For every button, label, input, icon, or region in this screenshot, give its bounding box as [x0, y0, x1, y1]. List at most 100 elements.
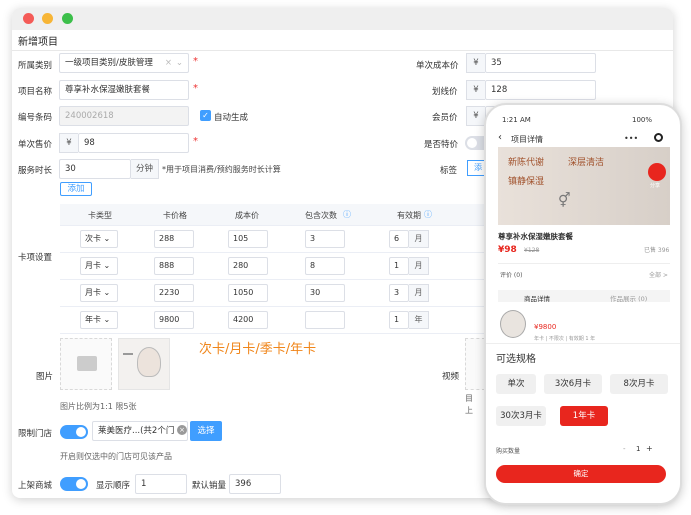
- item-price: ¥9800: [534, 323, 557, 331]
- spec-option[interactable]: 8次月卡: [610, 374, 668, 394]
- valid-unit: 月: [409, 230, 429, 248]
- cost-price-input[interactable]: 105: [228, 230, 268, 248]
- card-type-select[interactable]: 年卡 ⌄: [80, 311, 118, 329]
- back-icon[interactable]: ‹: [498, 132, 502, 143]
- video-upload[interactable]: [465, 338, 485, 390]
- cost-price-input[interactable]: 280: [228, 257, 268, 275]
- target-icon[interactable]: [654, 133, 663, 142]
- duration-hint: *用于项目消费/预约服务时长计算: [162, 165, 281, 174]
- clear-icon[interactable]: ×: [177, 425, 187, 435]
- spec-option[interactable]: 单次: [496, 374, 536, 394]
- window-title: 新增项目: [18, 37, 58, 48]
- confirm-button[interactable]: 确定: [496, 465, 666, 483]
- tag-label: 标签: [440, 166, 458, 176]
- minimize-window-button[interactable]: [42, 13, 53, 24]
- minus-icon[interactable]: -: [623, 445, 626, 453]
- card-type-select[interactable]: 月卡 ⌄: [80, 284, 118, 302]
- valid-unit: 月: [409, 257, 429, 275]
- card-type-select[interactable]: 次卡 ⌄: [80, 230, 118, 248]
- count-input[interactable]: 8: [305, 257, 345, 275]
- divider: [498, 263, 670, 264]
- member-price-label: 会员价: [432, 113, 458, 123]
- spec-option-selected[interactable]: 1年卡: [560, 406, 608, 426]
- tab-works[interactable]: 作品展示 (0): [610, 293, 647, 303]
- col-count: 包含次数: [305, 211, 337, 220]
- status-time: 1:21 AM: [502, 116, 531, 124]
- card-price-input[interactable]: 288: [154, 230, 194, 248]
- orig-price-prefix: ¥: [466, 80, 485, 100]
- count-input[interactable]: 30: [305, 284, 345, 302]
- store-select[interactable]: 莱美医疗...(共2个门: [92, 421, 188, 441]
- card-price-input[interactable]: 2230: [154, 284, 194, 302]
- phone-header-title: 项目详情: [511, 135, 543, 144]
- table-row: 月卡 ⌄ 888 280 8 1 月: [60, 253, 508, 280]
- category-select[interactable]: 一级项目类别/皮肤管理 × ⌄: [59, 53, 189, 73]
- card-price-input[interactable]: 888: [154, 257, 194, 275]
- count-input[interactable]: 3: [305, 230, 345, 248]
- maximize-window-button[interactable]: [62, 13, 73, 24]
- auto-generate-checkbox[interactable]: ✓: [200, 110, 211, 121]
- image-upload[interactable]: [60, 338, 112, 390]
- valid-input[interactable]: 3: [389, 284, 409, 302]
- table-row: 次卡 ⌄ 288 105 3 6 月: [60, 226, 508, 253]
- store-value: 莱美医疗...(共2个门: [98, 426, 175, 436]
- add-card-button[interactable]: 添加: [60, 182, 92, 196]
- name-input[interactable]: 尊享补水保湿嫩肤套餐: [59, 80, 189, 100]
- card-price-input[interactable]: 9800: [154, 311, 194, 329]
- card-type-select[interactable]: 月卡 ⌄: [80, 257, 118, 275]
- spec-option[interactable]: 3次6月卡: [544, 374, 602, 394]
- col-cost: 成本价: [235, 211, 259, 220]
- shelf-toggle[interactable]: [60, 477, 88, 491]
- close-window-button[interactable]: [23, 13, 34, 24]
- quantity-label: 购买数量: [496, 448, 521, 455]
- name-label: 项目名称: [18, 87, 53, 97]
- valid-input[interactable]: 6: [389, 230, 409, 248]
- card-type-value: 次卡: [85, 234, 101, 243]
- card-table: 卡类型 卡价格 成本价 包含次数 ⓘ 有效期 ⓘ 次卡 ⌄ 288 105 3 …: [60, 204, 508, 334]
- price-input[interactable]: 98: [78, 133, 189, 153]
- duration-input[interactable]: 30: [59, 159, 131, 179]
- barcode-input[interactable]: 240002618: [59, 106, 189, 126]
- clear-icon[interactable]: ×: [165, 54, 172, 72]
- order-label: 显示顺序: [96, 481, 131, 491]
- cost-price-input[interactable]: 4200: [228, 311, 268, 329]
- image-text-line: [123, 353, 133, 355]
- sold-count: 已售 396: [644, 247, 670, 254]
- barcode-label: 编号条码: [18, 113, 53, 123]
- item-meta: 年卡 | 不限次 | 有效期 1 年: [534, 336, 596, 342]
- store-hint: 开启则仅选中的门店可见该产品: [60, 452, 172, 461]
- help-icon: ⓘ: [343, 210, 351, 219]
- portrait-image: [137, 347, 161, 377]
- duration-unit: 分钟: [131, 159, 159, 179]
- quantity-value: 1: [636, 445, 641, 453]
- cost-label: 单次成本价: [416, 61, 459, 71]
- video-hint: 目: [465, 394, 473, 403]
- order-input[interactable]: 1: [135, 474, 187, 494]
- status-battery: 100%: [632, 116, 653, 124]
- title-bar: [12, 8, 673, 30]
- count-input[interactable]: [305, 311, 345, 329]
- member-price-prefix: ¥: [466, 106, 485, 126]
- required-mark: *: [193, 83, 198, 94]
- cost-input[interactable]: 35: [485, 53, 596, 73]
- tab-details[interactable]: 商品详情: [524, 293, 550, 303]
- cost-price-input[interactable]: 1050: [228, 284, 268, 302]
- required-mark: *: [193, 56, 198, 67]
- store-toggle[interactable]: [60, 425, 88, 439]
- orig-price-label: 划线价: [432, 87, 458, 97]
- review-all-link[interactable]: 全部 >: [649, 270, 668, 279]
- plus-icon[interactable]: +: [646, 444, 653, 453]
- uploaded-image[interactable]: [118, 338, 170, 390]
- review-label: 评价 (0): [500, 272, 523, 279]
- spec-option[interactable]: 30次3月卡: [496, 406, 546, 426]
- select-store-button[interactable]: 选择: [190, 421, 222, 441]
- share-icon[interactable]: [648, 163, 666, 181]
- more-icon[interactable]: •••: [624, 134, 638, 143]
- valid-input[interactable]: 1: [389, 257, 409, 275]
- orig-price-input[interactable]: 128: [485, 80, 596, 100]
- category-label: 所属类别: [18, 61, 53, 71]
- valid-input[interactable]: 1: [389, 311, 409, 329]
- sales-input[interactable]: 396: [229, 474, 281, 494]
- chevron-down-icon: ⌄: [175, 58, 183, 68]
- sales-label: 默认销量: [192, 481, 227, 491]
